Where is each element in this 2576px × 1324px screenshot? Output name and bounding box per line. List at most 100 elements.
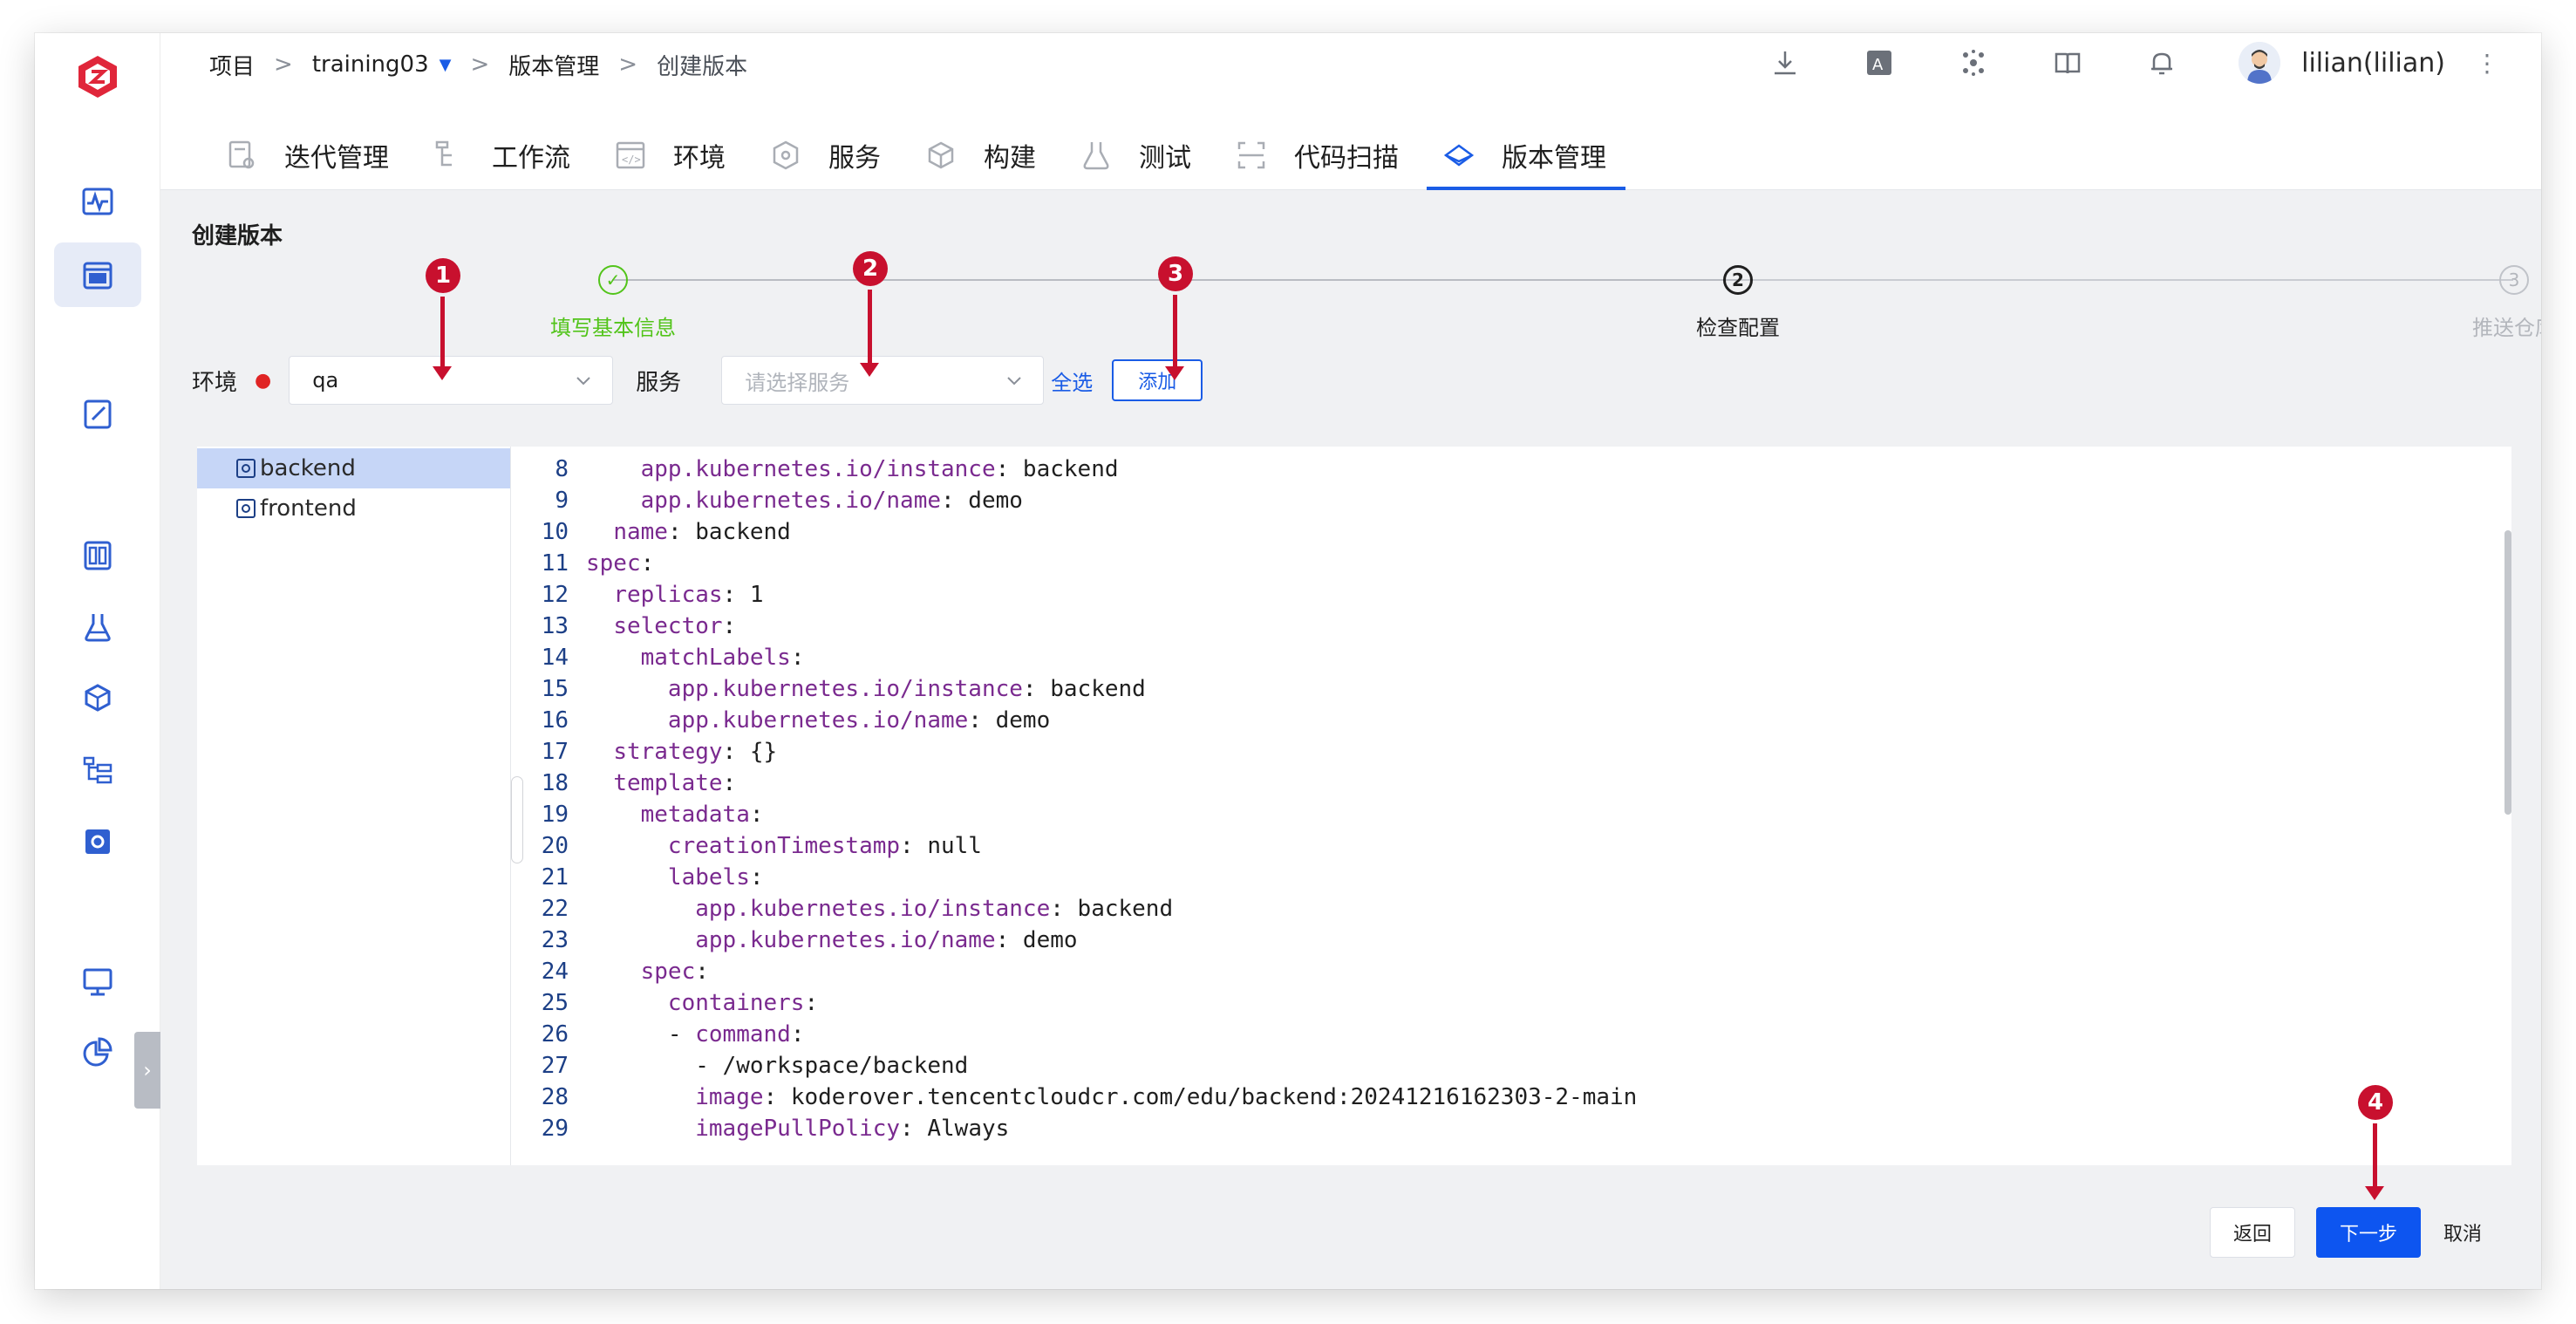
service-tree: backend frontend (197, 447, 511, 1165)
line-number: 15 (541, 676, 569, 702)
project-pm-icon (83, 262, 112, 290)
rail-pipeline[interactable] (54, 738, 141, 802)
tab-code-scan[interactable]: 代码扫描 (1219, 120, 1418, 190)
download-button[interactable] (1768, 45, 1803, 80)
yaml-value: demo (1009, 927, 1078, 953)
yaml-value: backend (1036, 676, 1146, 702)
tab-iteration[interactable]: 迭代管理 (209, 120, 408, 190)
rail-report[interactable] (54, 1020, 141, 1085)
step-1-label: 填写基本信息 (550, 316, 676, 340)
breadcrumb-root[interactable]: 项目 (209, 49, 255, 81)
rail-test[interactable] (54, 595, 141, 659)
rail-collapse-toggle[interactable]: › (134, 1032, 160, 1109)
rail-monitor-screen[interactable] (54, 949, 141, 1013)
app-logo-icon[interactable] (73, 52, 122, 101)
service-select[interactable]: 请选择服务 (721, 356, 1045, 405)
yaml-colon: : (722, 582, 737, 608)
tab-workflow[interactable]: 工作流 (417, 120, 589, 190)
select-all-link[interactable]: 全选 (1051, 365, 1093, 396)
breadcrumb-current: 创建版本 (657, 53, 748, 80)
rail-artifacts[interactable] (54, 666, 141, 731)
yaml-colon: : (900, 833, 914, 859)
tree-item-label: backend (260, 455, 356, 481)
yaml-key: metadata (640, 802, 750, 828)
code-line: 28 image: koderover.tencentcloudcr.com/e… (523, 1082, 1638, 1113)
docs-icon (2055, 52, 2081, 74)
code-line: 16 app.kubernetes.io/name: demo (523, 705, 1051, 736)
yaml-value: demo (954, 488, 1023, 514)
module-tabs: 迭代管理 工作流 </> 环境 服务 构建 测试 代码扫描 版本管理 (209, 120, 1634, 190)
code-line: 8 app.kubernetes.io/instance: backend (523, 454, 1118, 485)
app-window: › 项目 > training03 ▼ > 版本管理 > 创建版本 A lili… (35, 33, 2541, 1289)
rail-dashboard[interactable] (54, 523, 141, 588)
tree-item-frontend[interactable]: frontend (197, 488, 510, 529)
cluster-icon (1963, 50, 1985, 76)
breadcrumb-project[interactable]: training03 (312, 51, 429, 78)
translate-button[interactable]: A (1862, 45, 1897, 80)
code-line: 9 app.kubernetes.io/name: demo (523, 485, 1023, 516)
footer-actions: 返回 下一步 取消 (2209, 1207, 2541, 1258)
yaml-key: strategy (613, 739, 723, 765)
tab-service[interactable]: 服务 (753, 120, 900, 190)
line-number: 29 (541, 1116, 569, 1142)
line-number: 18 (541, 770, 569, 796)
annotation-arrow-4 (2365, 1123, 2384, 1200)
chevron-right-icon: › (143, 1058, 152, 1082)
yaml-key: app.kubernetes.io/instance (667, 676, 1023, 702)
line-number: 10 (541, 519, 569, 545)
code-line: 11 spec: (523, 548, 655, 579)
avatar[interactable] (2239, 42, 2281, 84)
breadcrumb-section[interactable]: 版本管理 (508, 49, 599, 81)
tab-label: 工作流 (492, 143, 570, 174)
build-icon (928, 141, 954, 169)
pie-chart-icon (83, 1037, 112, 1067)
username[interactable]: lilian(lilian) (2301, 48, 2445, 78)
notification-button[interactable] (2144, 45, 2179, 80)
rail-project[interactable] (54, 242, 141, 307)
code-line: 29 imagePullPolicy: Always (523, 1113, 1010, 1144)
editor-scrollbar[interactable] (2504, 530, 2511, 815)
cancel-button[interactable]: 取消 (2443, 1218, 2482, 1246)
add-service-button[interactable]: 添加 (1112, 359, 1203, 401)
resize-handle[interactable] (511, 776, 523, 863)
env-select[interactable]: qa (289, 356, 614, 405)
tab-environment[interactable]: </> 环境 (598, 120, 745, 190)
svg-text:</>: </> (622, 154, 641, 166)
yaml-key: app.kubernetes.io/name (667, 707, 969, 734)
tab-label: 代码扫描 (1294, 143, 1399, 174)
rail-monitor[interactable] (54, 169, 141, 234)
yaml-colon: : (722, 770, 737, 796)
annotation-badge-4: 4 (2358, 1085, 2393, 1120)
tab-test[interactable]: 测试 (1064, 120, 1210, 190)
more-menu-icon[interactable]: ⋮ (2475, 49, 2499, 78)
back-button[interactable]: 返回 (2209, 1207, 2295, 1258)
yaml-colon: : (995, 927, 1010, 953)
breadcrumb-separator: > (618, 51, 638, 78)
next-step-button[interactable]: 下一步 (2315, 1207, 2421, 1258)
release-icon (1443, 144, 1475, 167)
docs-button[interactable] (2050, 45, 2085, 80)
tab-build[interactable]: 构建 (909, 120, 1055, 190)
download-icon (1775, 51, 1796, 75)
tree-item-backend[interactable]: backend (197, 448, 510, 488)
caret-down-icon[interactable]: ▼ (440, 56, 452, 74)
chevron-down-icon (576, 377, 590, 386)
tab-release[interactable]: 版本管理 (1427, 120, 1625, 190)
rail-edit[interactable] (54, 382, 141, 447)
yaml-key: selector (613, 613, 723, 639)
yaml-key: matchLabels (640, 645, 791, 671)
yaml-editor[interactable]: 8 app.kubernetes.io/instance: backend 9 a… (523, 447, 2511, 1165)
tab-label: 测试 (1139, 143, 1191, 174)
rail-settings[interactable] (54, 809, 141, 874)
cluster-button[interactable] (1956, 45, 1991, 80)
code-line: 10 name: backend (523, 516, 791, 548)
yaml-colon: : (900, 1116, 914, 1142)
yaml-key: app.kubernetes.io/name (640, 488, 941, 514)
annotation-badge-2: 2 (853, 251, 888, 286)
translate-icon: A (1867, 51, 1892, 75)
